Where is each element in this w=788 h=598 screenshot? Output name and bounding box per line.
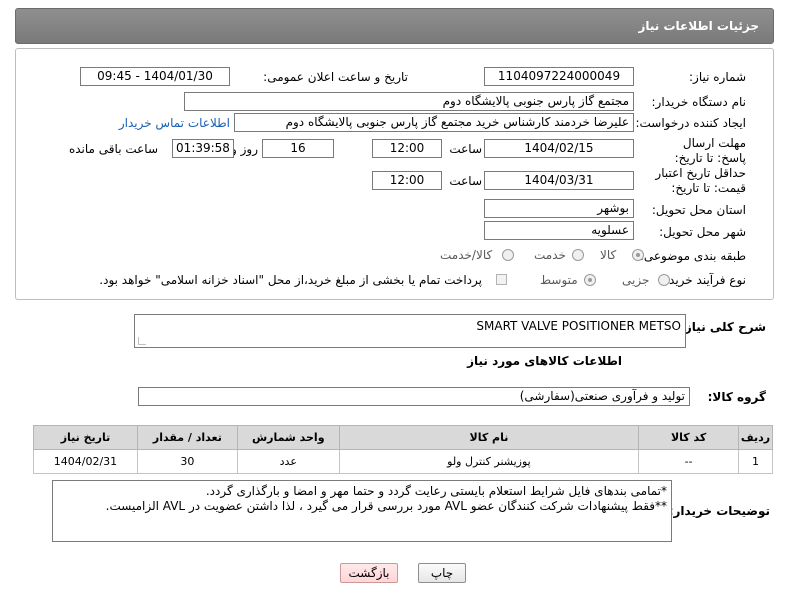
need-number-label: شماره نیاز: [689,70,746,84]
col-unit-header: واحد شمارش [236,425,340,450]
validity-hour-label: ساعت [449,174,482,188]
page-title: جزئیات اطلاعات نیاز [638,19,759,33]
print-button[interactable]: چاپ [418,563,466,583]
table-row: 1 -- پوزیشنر کنترل ولو عدد 30 1404/02/31 [33,449,773,474]
page-header: جزئیات اطلاعات نیاز [15,8,774,44]
purchase-medium-radio[interactable] [584,274,596,286]
category-both-label: کالا/خدمت [440,248,493,262]
description-label: شرح کلی نیاز: [680,320,766,334]
treasury-payment-note: پرداخت تمام یا بخشی از مبلغ خرید،از محل … [99,273,482,287]
description-text: SMART VALVE POSITIONER METSO [476,319,681,333]
col-row-header: ردیف [738,425,773,450]
deadline-date-field: 1404/02/15 [484,139,634,158]
need-number-field: 1104097224000049 [484,67,634,86]
treasury-payment-checkbox[interactable] [496,274,507,285]
deadline-time-field: 12:00 [372,139,442,158]
goods-group-field: تولید و فرآوری صنعتی(سفارشی) [138,387,690,406]
announce-label: تاریخ و ساعت اعلان عمومی: [263,70,408,84]
buyer-contact-link[interactable]: اطلاعات تماس خریدار [119,116,230,130]
deadline-hour-label: ساعت [449,142,482,156]
validity-time-field: 12:00 [372,171,442,190]
goods-group-label: گروه کالا: [707,390,766,404]
days-field: 16 [262,139,334,158]
city-label: شهر محل تحویل: [659,225,746,239]
col-name-header: نام کالا [338,425,640,450]
col-date-header: تاریخ نیاز [33,425,138,450]
province-field: بوشهر [484,199,634,218]
buyer-org-label: نام دستگاه خریدار: [651,95,747,109]
deadline-label: مهلت ارسال پاسخ: تا تاریخ: [674,136,746,165]
announce-field: 1404/01/30 - 09:45 [80,67,230,86]
cell-qty: 30 [136,449,238,474]
buyer-notes-label: توضیحات خریدار: [668,504,770,518]
description-field[interactable]: SMART VALVE POSITIONER METSO [134,314,686,348]
city-field: عسلویه [484,221,634,240]
cell-name: پوزیشنر کنترل ولو [338,449,640,474]
cell-date: 1404/02/31 [33,449,138,474]
category-label: طبقه بندی موضوعی: [639,249,746,263]
category-goods-label: کالا [600,248,617,262]
purchase-medium-label: متوسط [540,273,578,287]
validity-label: حداقل تاریخ اعتبار قیمت: تا تاریخ: [655,166,746,195]
cell-unit: عدد [236,449,340,474]
category-service-radio[interactable] [572,249,584,261]
buyer-notes-line-1: *تمامی بندهای فایل شرایط استعلام بایستی … [205,484,667,498]
cell-code: -- [638,449,740,474]
goods-table-header: ردیف کد کالا نام کالا واحد شمارش تعداد /… [33,425,773,450]
category-goods-radio[interactable] [632,249,644,261]
buyer-org-field: مجتمع گاز پارس جنوبی پالایشگاه دوم [184,92,634,111]
buyer-notes-line-2: **فقط پیشنهادات شرکت کنندگان عضو AVL مور… [105,499,667,513]
days-label: روز و [231,142,258,156]
remaining-time-field: 01:39:58 [172,139,234,158]
buyer-notes-field[interactable]: *تمامی بندهای فایل شرایط استعلام بایستی … [52,480,672,542]
creator-field: علیرضا خردمند کارشناس خرید مجتمع گاز پار… [234,113,634,132]
col-code-header: کد کالا [638,425,740,450]
purchase-type-label: نوع فرآیند خرید : [661,273,746,287]
resize-grip-icon[interactable] [138,337,146,345]
remaining-label: ساعت باقی مانده [68,142,158,156]
purchase-minor-radio[interactable] [658,274,670,286]
col-qty-header: تعداد / مقدار [136,425,238,450]
purchase-minor-label: جزیی [622,273,650,287]
back-button[interactable]: بازگشت [340,563,398,583]
validity-date-field: 1404/03/31 [484,171,634,190]
cell-row: 1 [738,449,773,474]
category-both-radio[interactable] [502,249,514,261]
goods-table: ردیف کد کالا نام کالا واحد شمارش تعداد /… [33,425,773,474]
province-label: استان محل تحویل: [651,203,746,217]
goods-info-title: اطلاعات کالاهای مورد نیاز [467,354,622,368]
creator-label: ایجاد کننده درخواست: [635,116,746,130]
category-service-label: خدمت [534,248,566,262]
